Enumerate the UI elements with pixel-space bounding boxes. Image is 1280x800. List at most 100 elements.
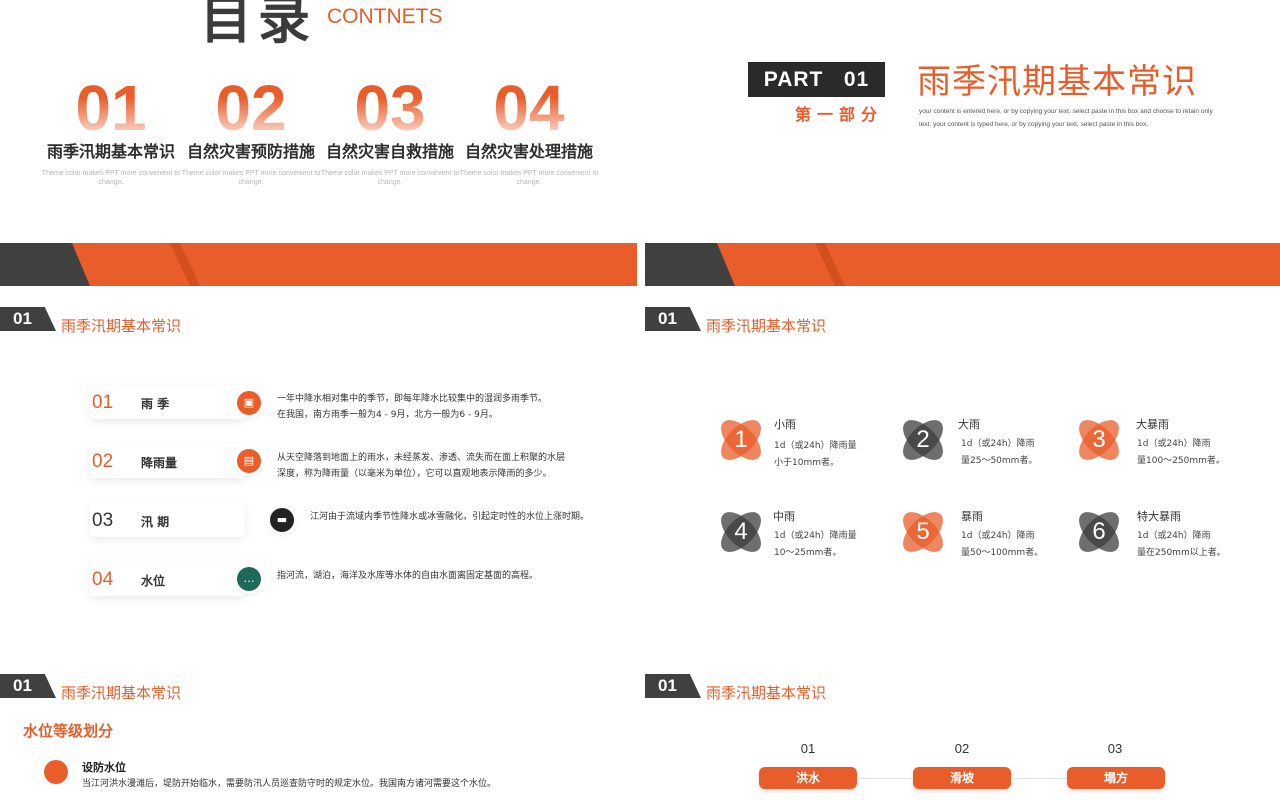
contents-subtitle: CONTNETS (327, 5, 443, 28)
slide-contents[interactable]: 目录 CONTNETS 01 雨季汛期基本常识 Theme color make… (0, 0, 637, 243)
rain-level-name: 大雨 (958, 418, 980, 431)
briefcase-icon: ▤ (237, 449, 261, 473)
rain-level-badge: 6 (1072, 505, 1126, 559)
rain-level-desc-line: 10～25mm者。 (774, 548, 842, 558)
rain-level-desc-line: 1d（或24h）降雨 (1137, 531, 1211, 541)
image-icon: ▣ (237, 391, 261, 415)
part-title: 雨季汛期基本常识 (917, 62, 1197, 102)
header-bar (645, 243, 1280, 286)
toc-item: 04 自然灾害处理措施 Theme color makes PPT more c… (459, 72, 599, 187)
disaster-landslide-button[interactable]: 滑坡 (913, 767, 1011, 789)
rain-level-number: 5 (916, 518, 930, 545)
term-text-line: 一年中降水相对集中的季节，即每年降水比较集中的湿润多雨季节。 (277, 394, 548, 404)
term-text-line: 深度，称为降雨量（以毫米为单位），它可以直观地表示降雨的多少。 (277, 469, 552, 479)
part-label: PART 01 (748, 62, 885, 97)
rain-level-badge: 1 (714, 413, 768, 467)
toc-label: 自然灾害自救措施 (325, 142, 454, 161)
term-label: 水位 (141, 574, 166, 588)
section-title: 雨季汛期基本常识 (706, 317, 827, 335)
section-number: 01 (645, 674, 701, 698)
section-number: 01 (0, 674, 56, 698)
toc-item: 01 雨季汛期基本常识 Theme color makes PPT more c… (41, 72, 181, 187)
part-subtitle: 第一部分 (795, 105, 884, 124)
section-number: 01 (0, 307, 56, 331)
timeline-number: 02 (954, 741, 970, 756)
rain-level-desc-line: 1d（或24h）降雨量 (774, 441, 857, 451)
toc-label: 自然灾害处理措施 (464, 142, 593, 161)
rain-level-badge: 2 (896, 413, 950, 467)
term-label: 降雨量 (141, 456, 178, 470)
term-text-line: 从天空降落到地面上的雨水，未经蒸发、渗透、流失而在面上积聚的水层 (277, 453, 566, 463)
water-level-heading: 水位等级划分 (23, 722, 114, 740)
toc-number: 01 (41, 72, 181, 144)
rain-level-name: 大暴雨 (1136, 418, 1169, 431)
rain-level-desc-line: 小于10mm者。 (774, 458, 839, 468)
rain-level-badge: 5 (896, 505, 950, 559)
section-number: 01 (645, 307, 701, 331)
rain-level-desc: 1d（或24h）降雨量100～250mm者。 (1137, 436, 1247, 470)
term-number: 01 (92, 392, 114, 413)
disaster-collapse-button[interactable]: 塌方 (1067, 767, 1165, 789)
rain-level-desc-line: 1d（或24h）降雨 (961, 531, 1035, 541)
term-text: 从天空降落到地面上的雨水，未经蒸发、渗透、流失而在面上积聚的水层 深度，称为降雨… (277, 450, 565, 482)
term-label: 汛 期 (141, 515, 170, 529)
term-label: 雨 季 (141, 397, 170, 411)
section-title: 雨季汛期基本常识 (706, 684, 827, 702)
term-text: 一年中降水相对集中的季节，即每年降水比较集中的湿润多雨季节。 在我国，南方雨季一… (277, 391, 547, 423)
rain-level-desc-line: 量25～50mm者。 (961, 456, 1038, 466)
slide-water-levels[interactable]: 01 雨季汛期基本常识 水位等级划分 设防水位 当江河洪水漫滩后，堤防开始临水，… (0, 645, 637, 800)
rain-level-number: 1 (734, 426, 748, 453)
rain-level-desc: 1d（或24h）降雨量 小于10mm者。 (774, 438, 874, 472)
toc-description: Theme color makes PPT more convenient to… (459, 170, 599, 186)
toc-description: Theme color makes PPT more convenient to… (41, 170, 181, 186)
rain-level-name: 暴雨 (961, 510, 983, 523)
timeline-connector (1013, 778, 1068, 779)
contents-title: 目录 (200, 0, 317, 51)
toc-description: Theme color makes PPT more convenient to… (320, 170, 460, 186)
slide-rain-levels[interactable]: 01 雨季汛期基本常识 1 小雨 1d（或24h）降雨量 小于10mm者。 2 大… (645, 243, 1280, 638)
water-level-desc: 当江河洪水漫滩后，堤防开始临水，需要防汛人员巡查防守时的规定水位。我国南方诸河需… (82, 779, 497, 789)
term-number: 03 (92, 510, 114, 531)
rain-level-desc: 1d（或24h）降雨量在250mm以上者。 (1137, 528, 1247, 562)
toc-label: 雨季汛期基本常识 (46, 142, 175, 161)
rain-level-badge: 4 (714, 505, 768, 559)
timeline-number: 01 (800, 741, 816, 756)
water-level-name: 设防水位 (82, 761, 126, 774)
rain-level-name: 小雨 (774, 418, 796, 431)
header-bar (0, 243, 637, 286)
rain-level-number: 2 (916, 426, 930, 453)
rain-level-desc-line: 量在250mm以上者。 (1137, 548, 1226, 558)
rain-level-number: 6 (1092, 518, 1106, 545)
section-title: 雨季汛期基本常识 (61, 317, 182, 335)
rain-level-name: 特大暴雨 (1137, 510, 1181, 523)
rain-level-desc-line: 量50～100mm者。 (961, 548, 1044, 558)
section-title: 雨季汛期基本常识 (61, 684, 182, 702)
printer-icon: ▬ (270, 508, 294, 532)
rain-level-desc-line: 1d（或24h）降雨 (961, 439, 1035, 449)
term-text: 江河由于流域内季节性降水或冰雪融化，引起定时性的水位上涨时期。 (310, 509, 589, 525)
disaster-flood-button[interactable]: 洪水 (759, 767, 857, 789)
rain-level-number: 3 (1092, 426, 1106, 453)
part-description: your content is entered here, or by copy… (919, 108, 1213, 128)
slide-part-01[interactable]: PART 01 第一部分 雨季汛期基本常识 your content is en… (645, 0, 1280, 243)
rain-level-desc-line: 量100～250mm者。 (1137, 456, 1225, 466)
rain-level-desc-line: 1d（或24h）降雨 (1137, 439, 1211, 449)
rain-level-desc: 1d（或24h）降雨 量50～100mm者。 (961, 528, 1061, 562)
toc-label: 自然灾害预防措施 (186, 142, 315, 161)
term-text: 指河流，湖泊，海洋及水库等水体的自由水面离固定基面的高程。 (277, 568, 538, 584)
term-text-line: 江河由于流域内季节性降水或冰雪融化，引起定时性的水位上涨时期。 (310, 512, 590, 522)
toc-number: 03 (320, 72, 460, 144)
rain-level-number: 4 (734, 518, 748, 545)
term-number: 04 (92, 569, 114, 590)
slide-disasters[interactable]: 01 雨季汛期基本常识 01 02 03 洪水 滑坡 塌方 (645, 645, 1280, 800)
term-text-line: 在我国，南方雨季一般为4 - 9月，北方一般为6 - 9月。 (277, 410, 498, 420)
timeline-number: 03 (1107, 741, 1123, 756)
rain-level-name: 中雨 (773, 510, 795, 523)
rain-level-desc-line: 1d（或24h）降雨量 (774, 531, 857, 541)
rain-level-desc: 1d（或24h）降雨量 10～25mm者。 (774, 528, 874, 562)
bullet-dot (44, 760, 68, 784)
term-number: 02 (92, 451, 114, 472)
term-text-line: 指河流，湖泊，海洋及水库等水体的自由水面离固定基面的高程。 (277, 571, 539, 581)
chat-icon: … (237, 567, 261, 591)
slide-terms[interactable]: 01 雨季汛期基本常识 01 雨 季 ▣ 一年中降水相对集中的季节，即每年降水比… (0, 243, 637, 638)
